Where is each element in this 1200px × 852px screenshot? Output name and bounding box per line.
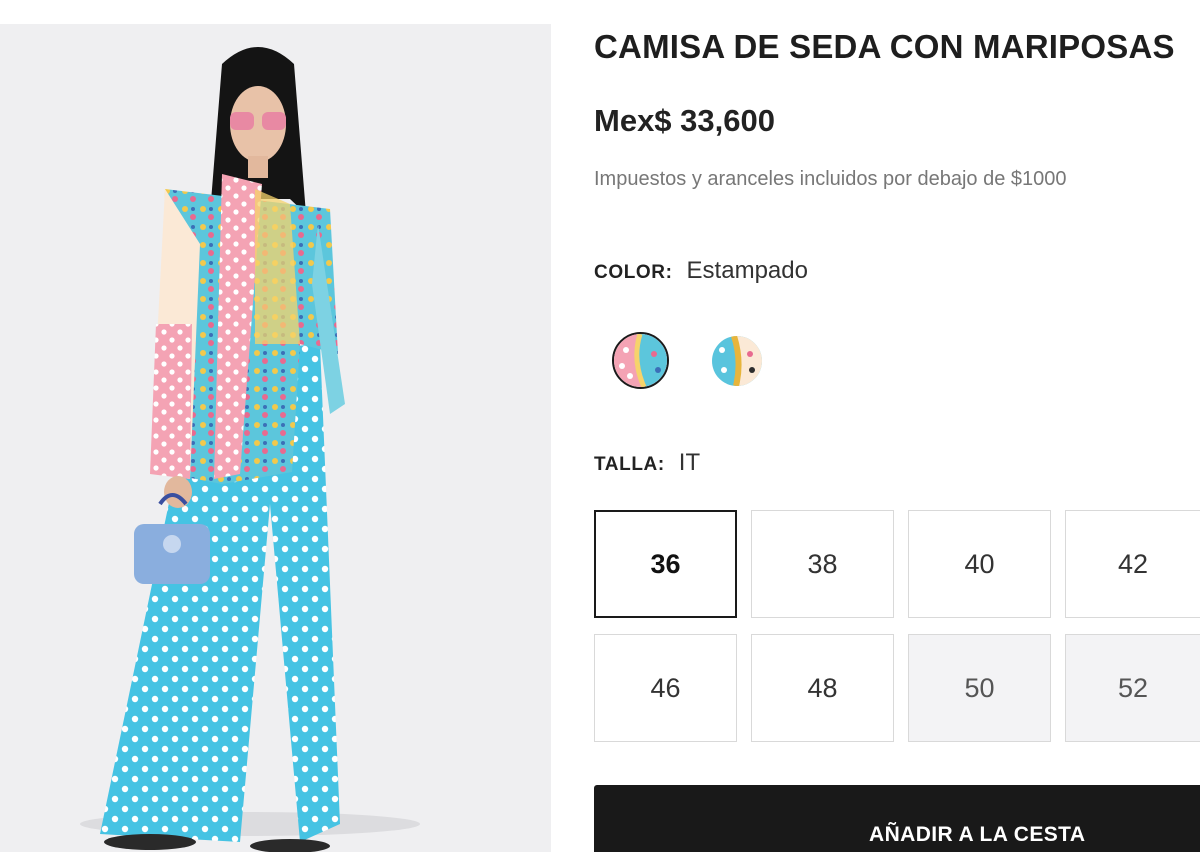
color-value: Estampado <box>686 257 808 284</box>
blue-print-swatch-icon[interactable] <box>712 336 762 386</box>
size-selector-label: TALLA: IT <box>594 449 700 477</box>
tax-note: Impuestos y aranceles incluidos por deba… <box>594 168 1067 190</box>
model-photo <box>0 24 551 852</box>
product-price: Mex$ 33,600 <box>594 103 775 138</box>
size-option-46[interactable]: 46 <box>594 634 737 742</box>
size-option-38[interactable]: 38 <box>751 510 894 618</box>
size-option-48[interactable]: 48 <box>751 634 894 742</box>
size-label: TALLA: <box>594 454 665 475</box>
size-option-42[interactable]: 42 <box>1065 510 1200 618</box>
pink-print-swatch-icon[interactable] <box>612 332 669 389</box>
color-selector-label: COLOR: Estampado <box>594 257 808 285</box>
size-option-36[interactable]: 36 <box>594 510 737 618</box>
add-to-cart-label: AÑADIR A LA CESTA <box>869 823 1086 846</box>
size-option-50[interactable]: 50 <box>908 634 1051 742</box>
product-image[interactable] <box>0 24 551 852</box>
product-title: CAMISA DE SEDA CON MARIPOSAS <box>594 28 1175 65</box>
size-option-40[interactable]: 40 <box>908 510 1051 618</box>
size-system: IT <box>678 449 701 476</box>
add-to-cart-button[interactable]: AÑADIR A LA CESTA <box>594 785 1200 852</box>
size-option-52[interactable]: 52 <box>1065 634 1200 742</box>
color-label: COLOR: <box>594 262 673 283</box>
